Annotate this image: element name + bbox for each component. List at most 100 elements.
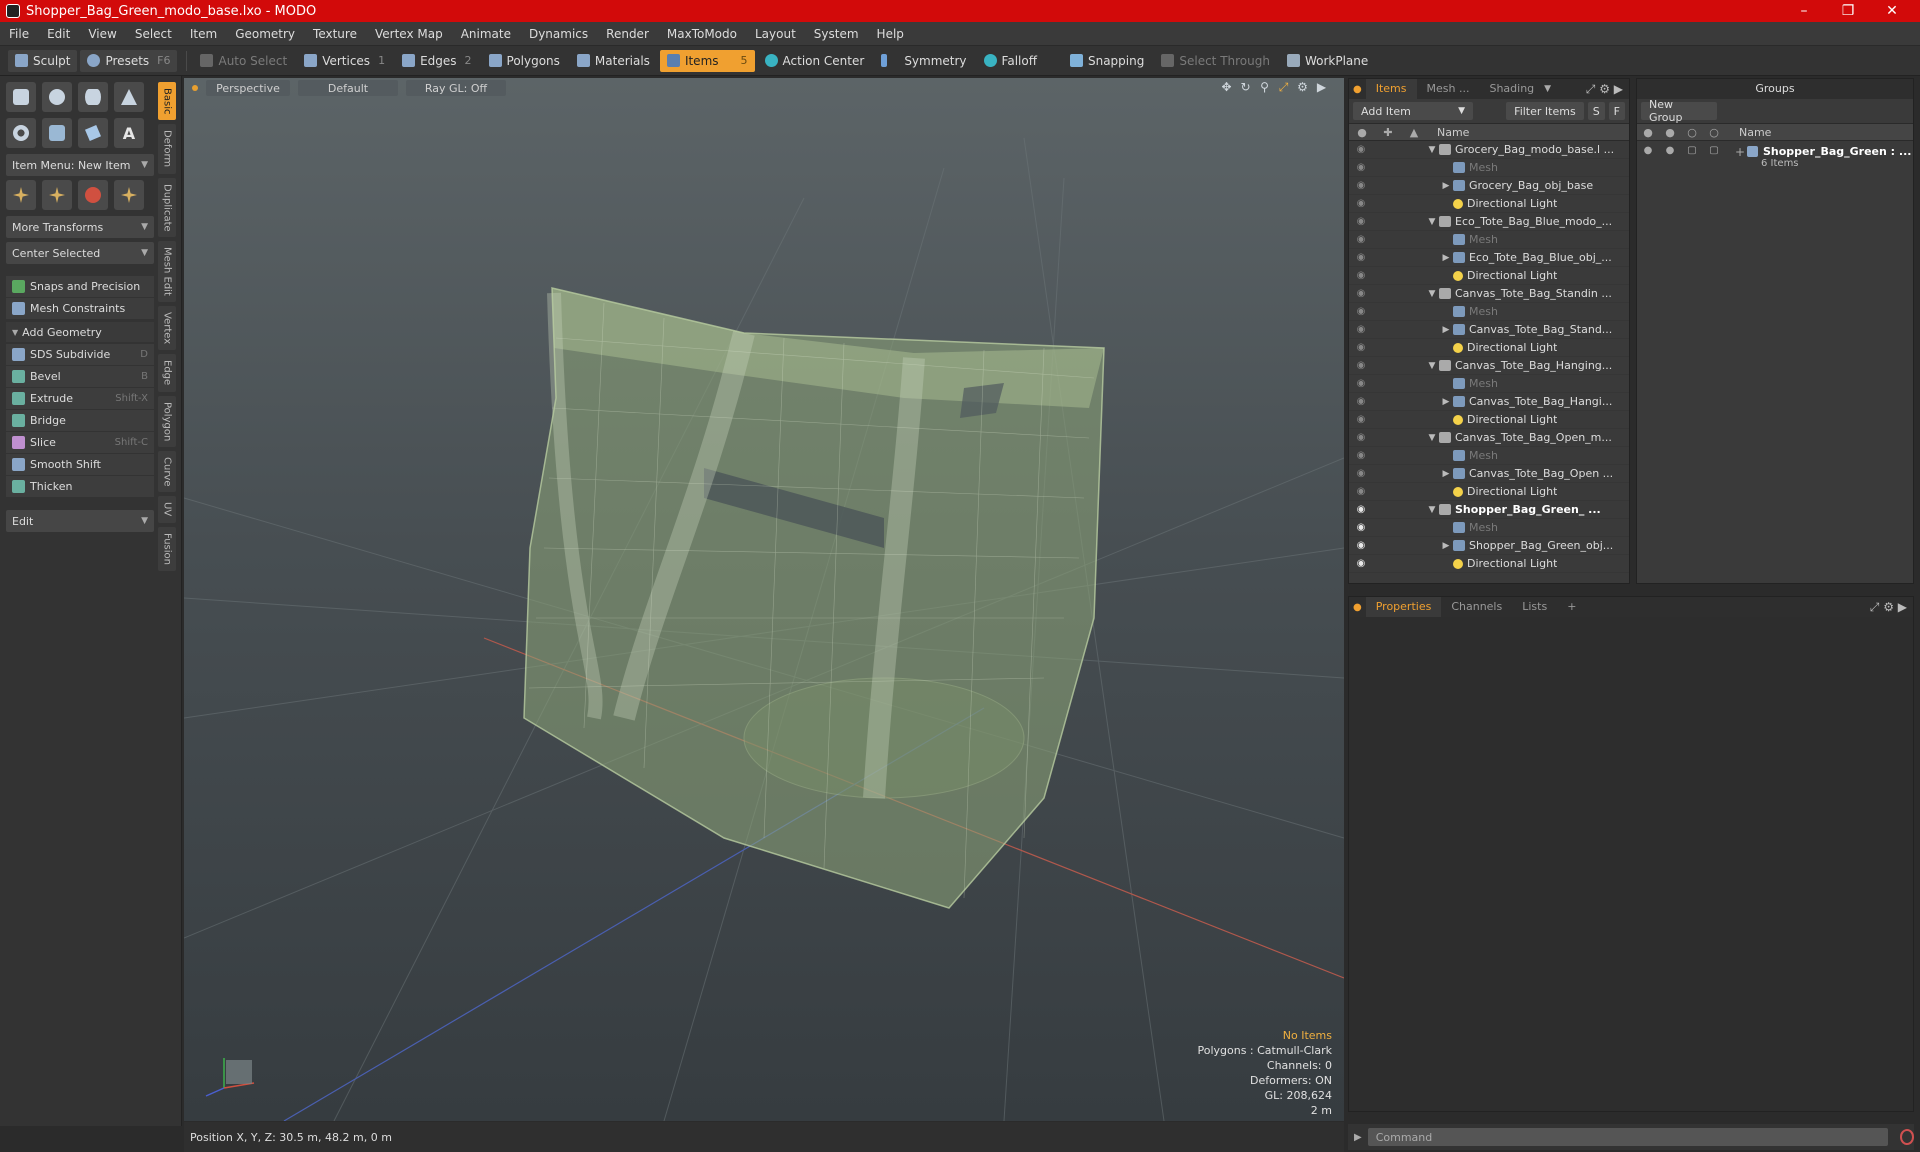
render-icon[interactable]: ● — [1659, 145, 1681, 156]
tree-row-scene[interactable]: ◉ ▼ Shopper_Bag_Green_ ... — [1349, 501, 1629, 519]
presets-button[interactable]: Presets F6 — [80, 49, 178, 72]
menu-animate[interactable]: Animate — [452, 22, 520, 46]
tab-channels[interactable]: Channels — [1441, 597, 1512, 617]
items-button[interactable]: Items 5 — [659, 49, 755, 72]
scale-tool-button[interactable] — [78, 180, 108, 210]
zoom-icon[interactable]: ⚲ — [1258, 81, 1271, 94]
add-geometry-header[interactable]: ▼ Add Geometry — [6, 322, 154, 342]
menu-layout[interactable]: Layout — [746, 22, 805, 46]
3d-viewport[interactable]: Perspective Default Ray GL: Off ✥ ↻ ⚲ ⤢ … — [184, 78, 1344, 1121]
group-row[interactable]: ● ● ▢ ▢ + Shopper_Bag_Green : ... 6 Item… — [1637, 141, 1913, 177]
tree-row-mesh[interactable]: ◉ Mesh — [1349, 519, 1629, 537]
tree-row-mesh[interactable]: ◉ ▶ Eco_Tote_Bag_Blue_obj_... — [1349, 249, 1629, 267]
expand-toggle-icon[interactable]: ▶ — [1439, 469, 1453, 479]
tab-mesh[interactable]: Mesh ... — [1417, 79, 1480, 99]
eye-icon[interactable]: ◉ — [1349, 252, 1373, 263]
expand-toggle-icon[interactable]: ▼ — [1425, 433, 1439, 443]
eye-icon[interactable]: ◉ — [1349, 540, 1373, 551]
tree-row-light[interactable]: ◉ Directional Light — [1349, 411, 1629, 429]
snapping-button[interactable]: Snapping — [1063, 50, 1151, 72]
tree-row-mesh[interactable]: ◉ ▶ Shopper_Bag_Green_obj... — [1349, 537, 1629, 555]
expand-toggle-icon[interactable]: ▼ — [1425, 289, 1439, 299]
tree-row-mesh[interactable]: ◉ ▶ Canvas_Tote_Bag_Open ... — [1349, 465, 1629, 483]
sphere-primitive-button[interactable] — [42, 82, 72, 112]
expand-toggle-icon[interactable]: ▶ — [1439, 181, 1453, 191]
tree-row-mesh[interactable]: ◉ Mesh — [1349, 159, 1629, 177]
text-tool-button[interactable]: A — [114, 118, 144, 148]
shading-default-dropdown[interactable]: Default — [298, 80, 398, 96]
command-input[interactable] — [1367, 1128, 1888, 1146]
menu-item[interactable]: Item — [181, 22, 226, 46]
viewport-more-icon[interactable]: ▶ — [1315, 81, 1328, 94]
eye-icon[interactable]: ◉ — [1349, 396, 1373, 407]
mesh-constraints-button[interactable]: Mesh Constraints — [6, 298, 154, 320]
menu-system[interactable]: System — [805, 22, 868, 46]
edit-dropdown[interactable]: Edit ▼ — [6, 510, 154, 532]
tree-row-scene[interactable]: ◉ ▼ Canvas_Tote_Bag_Hanging... — [1349, 357, 1629, 375]
raygl-dropdown[interactable]: Ray GL: Off — [406, 80, 506, 96]
tree-row-scene[interactable]: ◉ ▼ Eco_Tote_Bag_Blue_modo_... — [1349, 213, 1629, 231]
tree-row-mesh[interactable]: ◉ Mesh — [1349, 375, 1629, 393]
expand-toggle-icon[interactable]: ▼ — [1425, 505, 1439, 515]
tab-properties[interactable]: Properties — [1365, 597, 1442, 617]
thicken-button[interactable]: Thicken — [6, 476, 154, 498]
tree-row-scene[interactable]: ◉ ▼ Canvas_Tote_Bag_Open_m... — [1349, 429, 1629, 447]
torus-primitive-button[interactable] — [6, 118, 36, 148]
polygons-button[interactable]: Polygons — [482, 50, 567, 72]
expand-toggle-icon[interactable]: ▶ — [1439, 397, 1453, 407]
bevel-button[interactable]: Bevel B — [6, 366, 154, 388]
eye-icon[interactable]: ◉ — [1349, 450, 1373, 461]
expand-toggle-icon[interactable]: ▶ — [1439, 325, 1453, 335]
minimize-button[interactable]: – — [1782, 0, 1826, 22]
more-transforms-dropdown[interactable]: More Transforms ▼ — [6, 216, 154, 238]
smooth-shift-button[interactable]: Smooth Shift — [6, 454, 154, 476]
snaps-precision-button[interactable]: Snaps and Precision — [6, 276, 154, 298]
tree-row-mesh[interactable]: ◉ ▶ Canvas_Tote_Bag_Hangi... — [1349, 393, 1629, 411]
tab-basic[interactable]: Basic — [158, 82, 176, 121]
panel-expand-icon[interactable]: ⤢ ⚙ ▶ — [1870, 600, 1907, 615]
perspective-dropdown[interactable]: Perspective — [206, 80, 290, 96]
tab-polygon[interactable]: Polygon — [158, 395, 176, 447]
tab-duplicate[interactable]: Duplicate — [158, 177, 176, 238]
auto-select-button[interactable]: Auto Select — [193, 50, 294, 72]
menu-render[interactable]: Render — [597, 22, 658, 46]
tree-row-mesh[interactable]: ◉ Mesh — [1349, 447, 1629, 465]
tree-row-light[interactable]: ◉ Directional Light — [1349, 267, 1629, 285]
extrude-button[interactable]: Extrude Shift-X — [6, 388, 154, 410]
pen-tool-button[interactable] — [42, 118, 72, 148]
tree-row-mesh[interactable]: ◉ ▶ Grocery_Bag_obj_base — [1349, 177, 1629, 195]
eye-icon[interactable]: ◉ — [1349, 270, 1373, 281]
menu-texture[interactable]: Texture — [304, 22, 366, 46]
tree-row-light[interactable]: ◉ Directional Light — [1349, 195, 1629, 213]
expand-toggle-icon[interactable]: ▼ — [1425, 217, 1439, 227]
materials-button[interactable]: Materials — [570, 50, 657, 72]
eye-icon[interactable]: ◉ — [1349, 306, 1373, 317]
menu-file[interactable]: File — [0, 22, 38, 46]
viewport-settings-icon[interactable]: ⚙ — [1296, 81, 1309, 94]
transform-tool-button[interactable] — [114, 180, 144, 210]
panel-expand-icon[interactable]: ⤢ ⚙ ▶ — [1586, 82, 1623, 97]
eye-icon[interactable]: ◉ — [1349, 162, 1373, 173]
tab-lists[interactable]: Lists — [1512, 597, 1557, 617]
new-group-button[interactable]: New Group — [1641, 98, 1717, 124]
expand-toggle-icon[interactable]: ▼ — [1425, 361, 1439, 371]
add-tab-button[interactable]: + — [1557, 597, 1586, 617]
command-expand-icon[interactable]: ▶ — [1354, 1132, 1362, 1143]
item-menu-dropdown[interactable]: Item Menu: New Item ▼ — [6, 154, 154, 176]
move-tool-button[interactable] — [6, 180, 36, 210]
expand-toggle-icon[interactable]: ▼ — [1425, 145, 1439, 155]
eye-icon[interactable]: ◉ — [1349, 414, 1373, 425]
close-button[interactable]: ✕ — [1870, 0, 1914, 22]
menu-edit[interactable]: Edit — [38, 22, 79, 46]
tab-deform[interactable]: Deform — [158, 124, 176, 174]
expand-icon[interactable]: + — [1733, 145, 1747, 159]
tabs-dropdown-icon[interactable]: ▼ — [1544, 84, 1551, 94]
eye-icon[interactable]: ◉ — [1349, 558, 1373, 569]
eye-icon[interactable]: ◉ — [1349, 324, 1373, 335]
symmetry-button[interactable]: Symmetry — [874, 50, 973, 72]
eye-icon[interactable]: ◉ — [1349, 180, 1373, 191]
eye-icon[interactable]: ◉ — [1349, 288, 1373, 299]
tab-fusion[interactable]: Fusion — [158, 526, 176, 571]
action-center-button[interactable]: Action Center — [758, 50, 872, 72]
f-filter-button[interactable]: F — [1608, 102, 1625, 120]
